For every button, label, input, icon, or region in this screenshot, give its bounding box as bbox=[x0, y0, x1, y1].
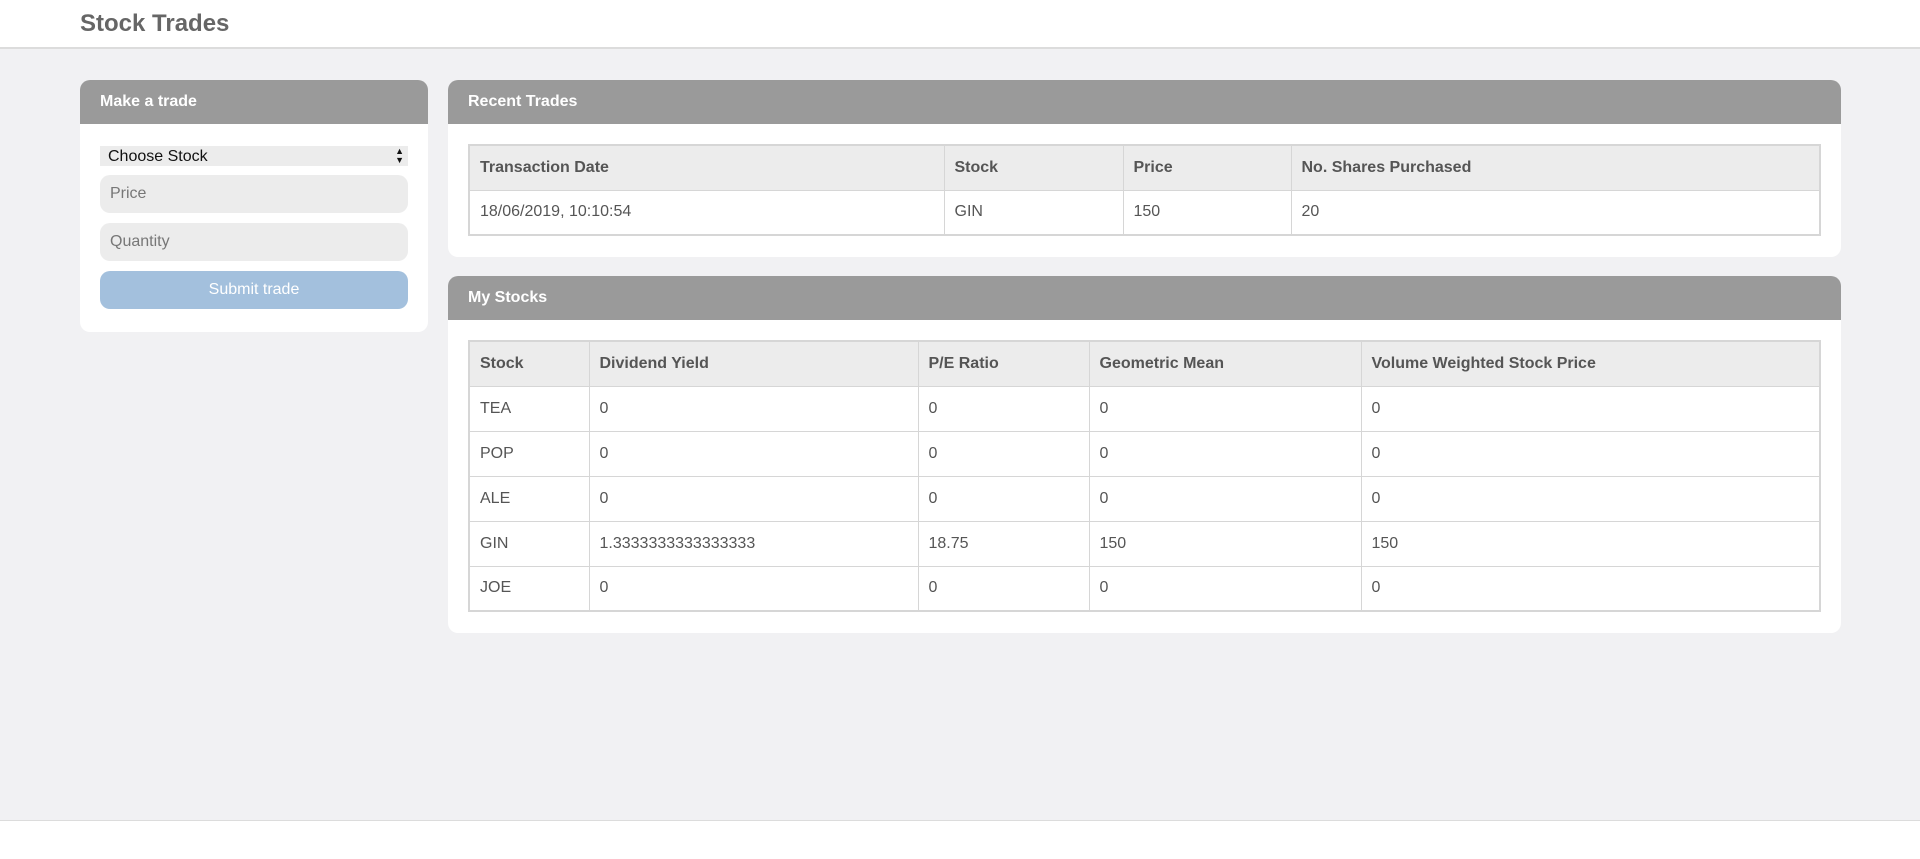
table-row: GIN 1.3333333333333333 18.75 150 150 bbox=[468, 520, 1821, 567]
top-bar: Stock Trades bbox=[0, 0, 1920, 49]
recent-trades-header: Recent Trades bbox=[448, 80, 1841, 124]
make-trade-panel: Make a trade Choose Stock ▲▼ Submit trad… bbox=[80, 80, 428, 332]
table-cell: 0 bbox=[1360, 385, 1821, 432]
table-cell: 20 bbox=[1290, 189, 1821, 236]
column-header-pe-ratio: P/E Ratio bbox=[917, 340, 1090, 387]
submit-trade-button[interactable]: Submit trade bbox=[100, 271, 408, 309]
table-cell: 0 bbox=[1088, 475, 1362, 522]
table-cell: 0 bbox=[1360, 430, 1821, 477]
table-row: 18/06/2019, 10:10:54 GIN 150 20 bbox=[468, 189, 1821, 236]
table-cell: 0 bbox=[1360, 565, 1821, 612]
my-stocks-table: Stock Dividend Yield P/E Ratio Geometric… bbox=[468, 340, 1821, 612]
column-header-dividend-yield: Dividend Yield bbox=[588, 340, 919, 387]
table-cell: 0 bbox=[917, 565, 1090, 612]
table-cell: 0 bbox=[1088, 385, 1362, 432]
stock-select-wrapper: Choose Stock ▲ ▼ bbox=[100, 146, 408, 166]
table-cell: 0 bbox=[917, 430, 1090, 477]
table-cell: 150 bbox=[1088, 520, 1362, 567]
quantity-input[interactable] bbox=[100, 223, 408, 261]
table-cell: 0 bbox=[1088, 430, 1362, 477]
table-cell: GIN bbox=[943, 189, 1124, 236]
table-cell: 0 bbox=[1088, 565, 1362, 612]
table-cell: 1.3333333333333333 bbox=[588, 520, 919, 567]
my-stocks-panel: My Stocks Stock Dividend Yield P/E Ratio… bbox=[448, 276, 1841, 633]
column-header-transaction-date: Transaction Date bbox=[468, 144, 945, 191]
table-row: ALE 0 0 0 0 bbox=[468, 475, 1821, 522]
table-cell: 0 bbox=[588, 475, 919, 522]
table-cell: JOE bbox=[468, 565, 590, 612]
price-input[interactable] bbox=[100, 175, 408, 213]
footer-bar bbox=[0, 820, 1920, 859]
column-header-stock: Stock bbox=[468, 340, 590, 387]
table-row: JOE 0 0 0 0 bbox=[468, 565, 1821, 612]
make-trade-header: Make a trade bbox=[80, 80, 428, 124]
table-cell: 0 bbox=[588, 385, 919, 432]
stock-select[interactable]: Choose Stock bbox=[100, 146, 408, 166]
table-row: POP 0 0 0 0 bbox=[468, 430, 1821, 477]
table-cell: 0 bbox=[588, 430, 919, 477]
app-title: Stock Trades bbox=[80, 10, 230, 37]
table-cell: 0 bbox=[917, 385, 1090, 432]
column-header-stock: Stock bbox=[943, 144, 1124, 191]
my-stocks-header: My Stocks bbox=[448, 276, 1841, 320]
table-cell: ALE bbox=[468, 475, 590, 522]
table-cell: GIN bbox=[468, 520, 590, 567]
table-cell: 18.75 bbox=[917, 520, 1090, 567]
table-cell: 0 bbox=[1360, 475, 1821, 522]
column-header-geometric-mean: Geometric Mean bbox=[1088, 340, 1362, 387]
table-cell: POP bbox=[468, 430, 590, 477]
table-row: TEA 0 0 0 0 bbox=[468, 385, 1821, 432]
table-cell: TEA bbox=[468, 385, 590, 432]
table-cell: 150 bbox=[1360, 520, 1821, 567]
recent-trades-table: Transaction Date Stock Price No. Shares … bbox=[468, 144, 1821, 236]
table-header-row: Transaction Date Stock Price No. Shares … bbox=[468, 144, 1821, 191]
column-header-vwsp: Volume Weighted Stock Price bbox=[1360, 340, 1821, 387]
table-cell: 0 bbox=[588, 565, 919, 612]
table-header-row: Stock Dividend Yield P/E Ratio Geometric… bbox=[468, 340, 1821, 387]
trade-form: Choose Stock ▲▼ Submit trade bbox=[80, 124, 428, 309]
table-cell: 150 bbox=[1122, 189, 1292, 236]
recent-trades-panel: Recent Trades Transaction Date Stock Pri… bbox=[448, 80, 1841, 257]
column-header-price: Price bbox=[1122, 144, 1292, 191]
column-header-shares: No. Shares Purchased bbox=[1290, 144, 1821, 191]
table-cell: 18/06/2019, 10:10:54 bbox=[468, 189, 945, 236]
table-cell: 0 bbox=[917, 475, 1090, 522]
